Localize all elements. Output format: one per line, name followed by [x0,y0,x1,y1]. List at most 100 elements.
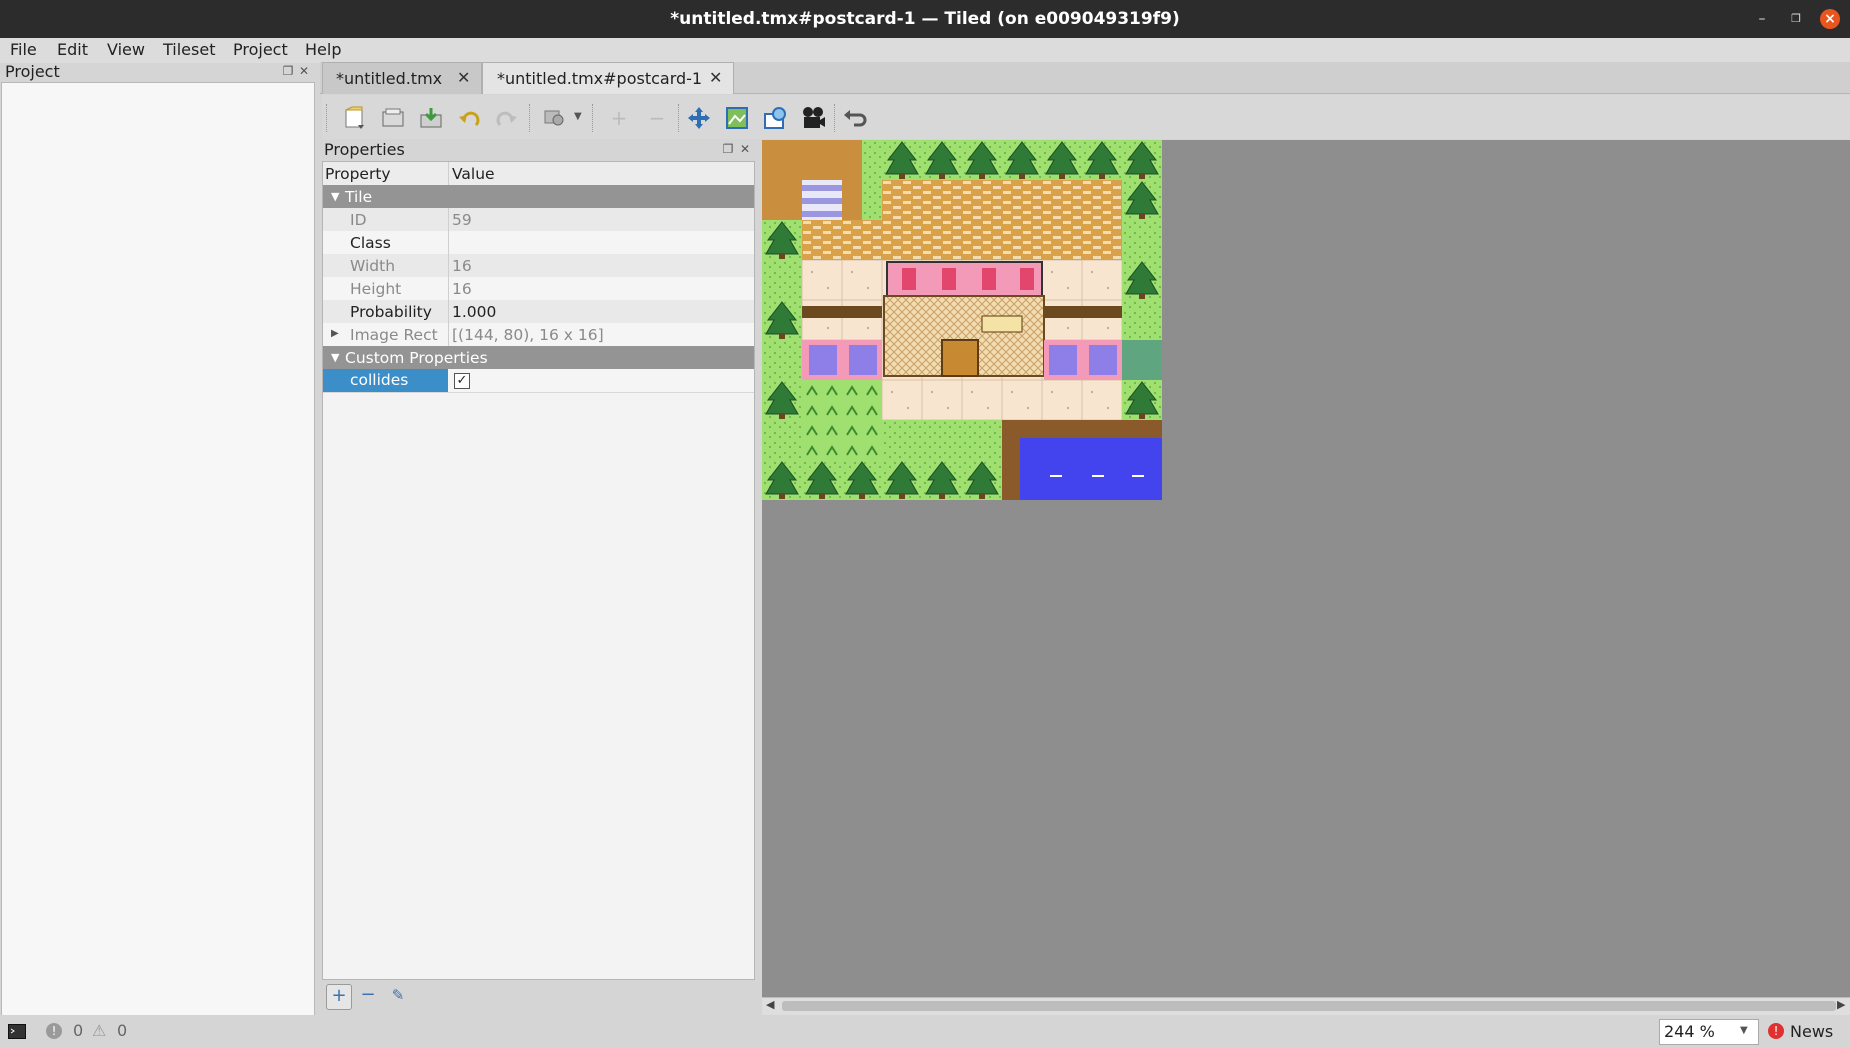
property-row-image-rect[interactable]: ▶ Image Rect [(144, 80), 16 x 16] [323,323,754,347]
property-key: Class [350,234,391,252]
properties-dock-title: Properties [324,140,405,159]
tab-close-icon[interactable]: ✕ [709,68,722,87]
close-dock-icon[interactable]: ✕ [298,65,310,77]
error-icon[interactable]: ! [46,1023,62,1039]
menubar: File Edit View Tileset Project Help [0,38,1850,63]
warning-count: 0 [117,1021,128,1040]
scroll-left-icon[interactable]: ◀ [766,998,774,1011]
terrain-icon[interactable] [762,105,788,131]
group-custom-properties[interactable]: ▼ Custom Properties [323,346,754,369]
column-divider [448,254,449,277]
status-bar: ! 0 ⚠ 0 244 % ▼ ! News [0,1015,1850,1048]
column-property: Property [325,165,391,183]
back-icon[interactable] [842,105,868,131]
tab-postcard-1[interactable]: *untitled.tmx#postcard-1 ✕ [482,62,734,94]
chevron-down-icon[interactable]: ▼ [1740,1025,1748,1036]
dropdown-icon[interactable]: ▼ [574,111,582,122]
tab-label: *untitled.tmx#postcard-1 [497,69,703,88]
column-divider [448,300,449,323]
property-row-width[interactable]: Width 16 [323,254,754,278]
menu-project[interactable]: Project [233,40,288,59]
warning-icon[interactable]: ⚠ [92,1021,106,1040]
property-value[interactable]: 1.000 [452,303,496,321]
tileset-settings-icon[interactable] [542,105,568,131]
property-row-probability[interactable]: Probability 1.000 [323,300,754,324]
property-value: 59 [452,211,472,229]
remove-icon[interactable]: − [644,105,670,131]
minimize-icon[interactable]: – [1752,9,1772,29]
new-tileset-icon[interactable] [342,105,368,131]
collision-editor-icon[interactable] [724,105,750,131]
rename-property-button[interactable]: ✎ [386,984,410,1008]
property-key: Width [350,257,396,275]
menu-tileset[interactable]: Tileset [163,40,215,59]
menu-help[interactable]: Help [305,40,341,59]
property-row-collides[interactable]: collides ✓ [323,369,754,393]
property-row-height[interactable]: Height 16 [323,277,754,301]
document-tabs: *untitled.tmx ✕ *untitled.tmx#postcard-1… [320,62,1850,94]
property-key: collides [323,369,448,392]
tab-close-icon[interactable]: ✕ [457,68,470,87]
horizontal-scrollbar[interactable]: ◀ ▶ [762,997,1850,1015]
add-property-button[interactable]: + [326,984,352,1010]
news-button[interactable]: News [1790,1022,1833,1041]
float-dock-icon[interactable]: ❐ [722,143,734,155]
group-tile[interactable]: ▼ Tile [323,185,754,208]
column-value: Value [452,165,495,183]
menu-view[interactable]: View [107,40,145,59]
tileset-image[interactable] [762,140,1162,500]
project-panel [1,82,315,1016]
open-icon[interactable] [380,105,406,131]
news-alert-icon[interactable]: ! [1768,1023,1784,1039]
toolbar-separator [326,104,330,132]
menu-edit[interactable]: Edit [57,40,88,59]
properties-header: Property Value [323,162,754,186]
property-row-id[interactable]: ID 59 [323,208,754,232]
property-value: 16 [452,280,472,298]
property-value: 16 [452,257,472,275]
property-key: Image Rect [350,326,438,344]
column-divider [448,277,449,300]
column-divider [448,231,449,254]
tileset-canvas[interactable] [762,140,1850,997]
restore-icon[interactable]: ❐ [1786,9,1806,29]
toolbar-separator [678,104,682,132]
undo-icon[interactable] [456,105,482,131]
toolbar-separator [834,104,838,132]
console-icon[interactable] [8,1024,26,1039]
collides-checkbox[interactable]: ✓ [454,373,470,389]
close-dock-icon[interactable]: ✕ [739,143,751,155]
remove-property-button[interactable]: − [356,984,380,1008]
properties-table: Property Value ▼ Tile ID 59 Class Width … [322,161,755,980]
property-key: Height [350,280,402,298]
window-titlebar: *untitled.tmx#postcard-1 — Tiled (on e00… [0,0,1850,38]
property-key: Probability [350,303,432,321]
zoom-combobox[interactable]: 244 % ▼ [1659,1019,1759,1045]
scroll-right-icon[interactable]: ▶ [1837,998,1845,1011]
save-icon[interactable] [418,105,444,131]
scrollbar-thumb[interactable] [782,1001,1836,1011]
column-divider [448,162,449,185]
column-divider [448,323,449,346]
project-dock-title: Project [5,62,60,81]
toolbar-separator [592,104,596,132]
move-icon[interactable] [686,105,712,131]
tab-label: *untitled.tmx [336,69,443,88]
expand-arrow-icon[interactable]: ▶ [331,328,339,339]
collapse-arrow-icon[interactable]: ▼ [331,351,339,364]
collapse-arrow-icon[interactable]: ▼ [331,190,339,203]
close-window-icon[interactable]: × [1820,9,1840,29]
redo-icon[interactable] [494,105,520,131]
float-dock-icon[interactable]: ❐ [282,65,294,77]
column-divider [448,208,449,231]
tab-untitled-tmx[interactable]: *untitled.tmx ✕ [322,62,482,94]
animation-icon[interactable] [800,105,826,131]
menu-file[interactable]: File [10,40,37,59]
property-value: [(144, 80), 16 x 16] [452,326,604,344]
toolbar-separator [529,104,533,132]
window-title: *untitled.tmx#postcard-1 — Tiled (on e00… [670,9,1180,29]
add-icon[interactable]: + [606,105,632,131]
error-count: 0 [73,1021,84,1040]
property-row-class[interactable]: Class [323,231,754,255]
zoom-value: 244 % [1664,1022,1715,1041]
